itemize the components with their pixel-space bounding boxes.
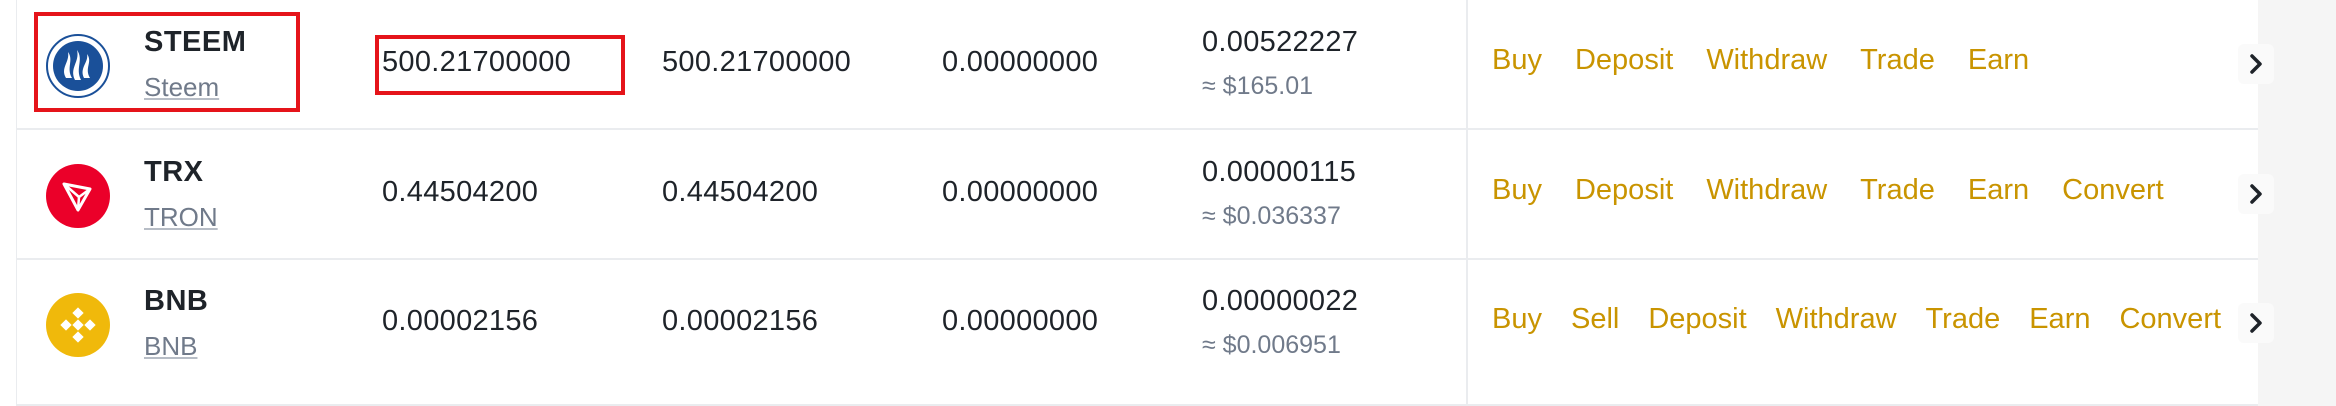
total-balance: 0.44504200	[382, 176, 539, 208]
total-balance: 0.00002156	[382, 305, 539, 337]
earn-link[interactable]: Earn	[1968, 44, 2029, 84]
coin-cell: TRX TRON	[16, 130, 346, 260]
sell-link[interactable]: Sell	[1571, 303, 1619, 343]
trade-link[interactable]: Trade	[1860, 174, 1935, 214]
btc-value: 0.00000115	[1202, 156, 1357, 188]
more-actions-button[interactable]	[2238, 44, 2274, 84]
usd-value: ≈ $165.01	[1202, 72, 1314, 100]
trade-link[interactable]: Trade	[1926, 303, 2001, 343]
coin-name-link[interactable]: BNB	[144, 331, 197, 362]
table-row-steem[interactable]: STEEM Steem 500.21700000 500.21700000 0.…	[16, 0, 2274, 130]
btc-value: 0.00000022	[1202, 285, 1359, 317]
steem-icon	[46, 34, 110, 98]
convert-link[interactable]: Convert	[2119, 303, 2221, 343]
tron-icon	[46, 164, 110, 228]
deposit-link[interactable]: Deposit	[1575, 44, 1673, 84]
trade-link[interactable]: Trade	[1860, 44, 1935, 84]
in-order-balance: 0.00000000	[942, 176, 1099, 208]
asset-table: STEEM Steem 500.21700000 500.21700000 0.…	[16, 0, 2274, 406]
table-row-bnb[interactable]: BNB BNB 0.00002156 0.00002156 0.00000000…	[16, 259, 2274, 406]
table-left-border	[16, 0, 17, 406]
withdraw-link[interactable]: Withdraw	[1776, 303, 1897, 343]
total-balance: 500.21700000	[382, 46, 572, 78]
earn-link[interactable]: Earn	[2029, 303, 2090, 343]
convert-link[interactable]: Convert	[2062, 174, 2164, 214]
coin-cell: BNB BNB	[16, 259, 346, 389]
bnb-icon	[46, 293, 110, 357]
deposit-link[interactable]: Deposit	[1575, 174, 1673, 214]
more-actions-button[interactable]	[2238, 303, 2274, 343]
table-row-trx[interactable]: TRX TRON 0.44504200 0.44504200 0.0000000…	[16, 130, 2274, 260]
in-order-balance: 0.00000000	[942, 305, 1099, 337]
coin-name-link[interactable]: Steem	[144, 72, 219, 103]
withdraw-link[interactable]: Withdraw	[1706, 174, 1827, 214]
available-balance: 0.00002156	[662, 305, 819, 337]
coin-symbol: STEEM	[144, 26, 247, 58]
action-links: Buy Deposit Withdraw Trade Earn	[1492, 44, 2252, 88]
in-order-balance: 0.00000000	[942, 46, 1099, 78]
more-actions-button[interactable]	[2238, 174, 2274, 214]
buy-link[interactable]: Buy	[1492, 174, 1542, 214]
buy-link[interactable]: Buy	[1492, 44, 1542, 84]
earn-link[interactable]: Earn	[1968, 174, 2029, 214]
coin-symbol: BNB	[144, 285, 209, 317]
btc-value: 0.00522227	[1202, 26, 1359, 58]
coin-name-link[interactable]: TRON	[144, 202, 218, 233]
action-links: Buy Deposit Withdraw Trade Earn Convert	[1492, 174, 2252, 218]
coin-cell: STEEM Steem	[16, 0, 346, 130]
available-balance: 0.44504200	[662, 176, 819, 208]
chevron-right-icon	[2250, 54, 2262, 74]
withdraw-link[interactable]: Withdraw	[1706, 44, 1827, 84]
available-balance: 500.21700000	[662, 46, 852, 78]
chevron-right-icon	[2250, 184, 2262, 204]
buy-link[interactable]: Buy	[1492, 303, 1542, 343]
usd-value: ≈ $0.036337	[1202, 202, 1341, 230]
chevron-right-icon	[2250, 313, 2262, 333]
deposit-link[interactable]: Deposit	[1648, 303, 1746, 343]
usd-value: ≈ $0.006951	[1202, 331, 1341, 359]
action-links: Buy Sell Deposit Withdraw Trade Earn Con…	[1492, 303, 2232, 347]
coin-symbol: TRX	[144, 156, 204, 188]
